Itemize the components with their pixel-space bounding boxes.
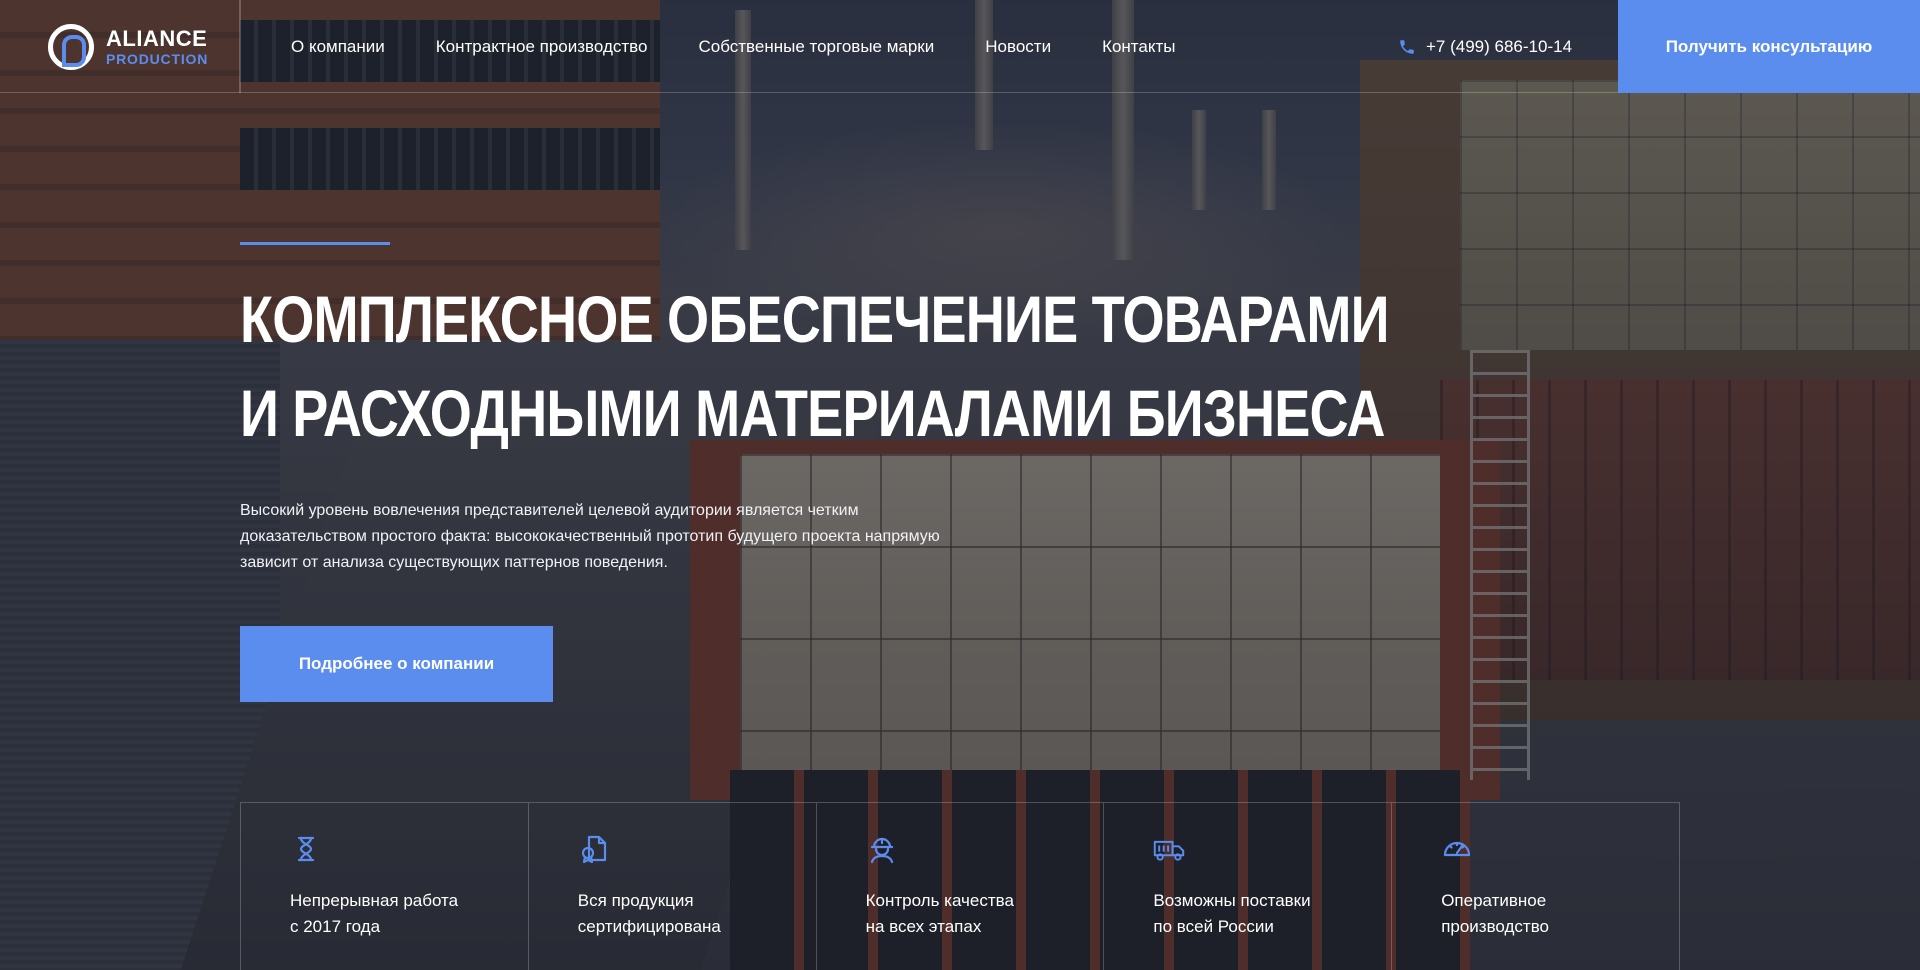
feature-text-line-2: сертифицирована [577,917,721,936]
nav-item-news[interactable]: Новости [985,37,1051,57]
speedometer-icon [1444,841,1471,857]
hero-description: Высокий уровень вовлечения представителе… [240,502,940,571]
nav-item-contract-production[interactable]: Контрактное производство [436,37,648,57]
phone-number: +7 (499) 686-10-14 [1426,36,1573,56]
feature-item: Возможны поставки по всей России [1104,803,1393,970]
nav-item-contacts[interactable]: Контакты [1102,37,1175,57]
nav-item-own-brands[interactable]: Собственные торговые марки [698,37,934,57]
certificate-icon [581,835,606,864]
hero-title-line-1: Комплексное обеспечение товарами [240,282,1390,356]
feature-text-line-1: Непрерывная работа [290,891,459,910]
header-divider [240,0,241,93]
feature-item: Контроль качества на всех этапах [817,803,1105,970]
delivery-truck-icon [1154,840,1185,861]
phone-link[interactable]: +7 (499) 686-10-14 [1398,0,1572,93]
feature-text-line-2: по всей России [1153,917,1274,936]
feature-item: Непрерывная работа с 2017 года [241,803,529,970]
feature-text-line-1: Вся продукция [577,891,694,910]
title-accent-line [240,242,390,245]
worker-helmet-icon [870,837,893,864]
hero-title-line-2: и расходными материалами бизнеса [240,376,1385,450]
logo-text-primary: ALIANCE [106,25,208,51]
site-logo[interactable]: ALIANCE PRODUCTION [48,0,240,93]
feature-text-line-1: Возможны поставки [1153,891,1311,910]
logo-icon [48,23,94,70]
feature-text-line-1: Контроль качества [865,891,1014,910]
features-strip: Непрерывная работа с 2017 года Вся проду… [240,802,1680,970]
feature-text-line-2: с 2017 года [290,917,381,936]
feature-item: Вся продукция сертифицирована [529,803,817,970]
feature-text-line-2: производство [1441,917,1550,936]
site-header: ALIANCE PRODUCTION О компании Контрактно… [0,0,1920,93]
nav-item-about[interactable]: О компании [291,37,385,57]
phone-icon [1400,39,1414,54]
hero-title: Комплексное обеспечение товарами и расхо… [240,272,1390,460]
about-company-button[interactable]: Подробнее о компании [240,626,553,702]
hourglass-icon [297,836,315,862]
get-consultation-button[interactable]: Получить консультацию [1618,0,1920,93]
feature-text-line-2: на всех этапах [865,917,982,936]
logo-text-secondary: PRODUCTION [106,50,209,67]
feature-text-line-1: Оперативное [1441,891,1547,910]
main-nav: О компании Контрактное производство Собс… [291,0,1176,93]
feature-item: Оперативное производство [1392,803,1680,970]
